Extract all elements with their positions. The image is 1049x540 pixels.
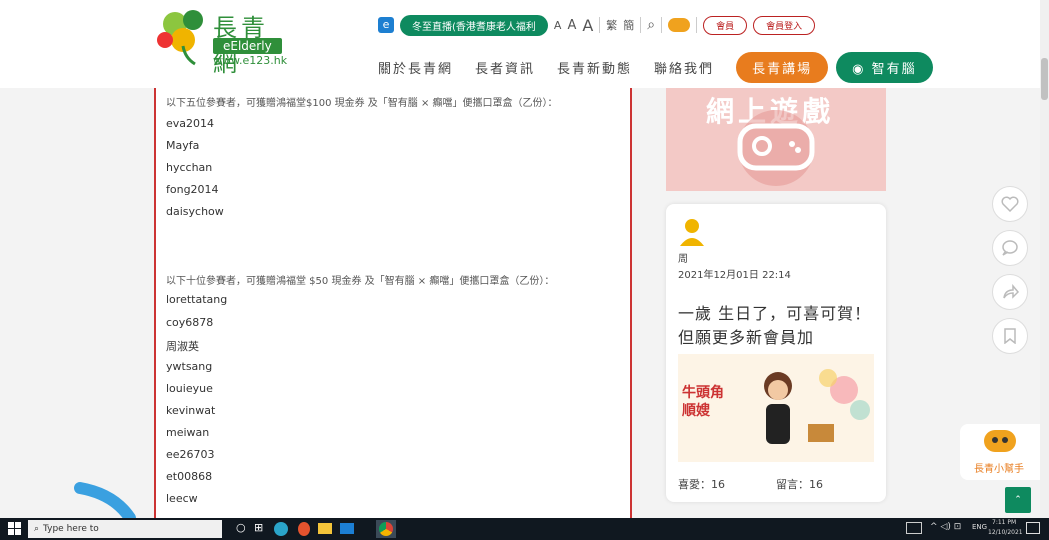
winner-name: daisychow bbox=[166, 205, 224, 218]
file-explorer-icon[interactable] bbox=[318, 523, 332, 534]
speech-bubble-icon bbox=[1002, 240, 1018, 256]
comments-count[interactable]: 留言：16 bbox=[776, 476, 823, 492]
logo-url: www.e123.hk bbox=[213, 54, 288, 67]
winner-name: ywtsang bbox=[166, 360, 213, 373]
winner-name: leecw bbox=[166, 492, 198, 505]
nav-forum-button[interactable]: 長青講場 bbox=[736, 52, 829, 83]
comment-button[interactable] bbox=[992, 230, 1028, 266]
mail-icon[interactable] bbox=[340, 523, 354, 534]
nav-contact[interactable]: 聯絡我們 bbox=[654, 58, 714, 77]
clock-date[interactable]: 12/10/2021 bbox=[988, 529, 1023, 536]
birthday-illustration-icon bbox=[764, 369, 870, 444]
input-language[interactable]: ENG bbox=[972, 523, 987, 531]
taskbar-search-placeholder: Type here to bbox=[43, 524, 99, 534]
chevron-up-icon: ⌃ bbox=[1014, 495, 1022, 505]
divider bbox=[696, 17, 698, 33]
winner-name: 周淑英 bbox=[166, 340, 199, 353]
divider bbox=[640, 17, 642, 33]
nav-news[interactable]: 長青新動態 bbox=[557, 58, 632, 77]
divider bbox=[599, 17, 601, 33]
nav-brain-label: 智有腦 bbox=[871, 62, 917, 77]
post-datetime: 2021年12月01日 22:14 bbox=[678, 270, 791, 281]
winner-name: lorettatang bbox=[166, 293, 228, 306]
likes-count[interactable]: 喜愛：16 bbox=[678, 476, 725, 492]
live-stream-pill[interactable]: 冬至直播(香港耆康老人福利 bbox=[400, 14, 548, 36]
winner-name: Mayfa bbox=[166, 139, 200, 152]
task-view-icon[interactable]: ⊞ bbox=[254, 521, 263, 534]
taskbar-search[interactable]: ⌕ Type here to bbox=[28, 520, 222, 538]
login-button[interactable]: 會員登入 bbox=[753, 15, 816, 35]
keyboard-icon[interactable] bbox=[906, 522, 922, 534]
bookmark-button[interactable] bbox=[992, 318, 1028, 354]
simplified-button[interactable]: 簡 bbox=[623, 17, 634, 33]
search-icon[interactable]: ⌕ bbox=[647, 17, 655, 33]
heart-icon bbox=[1001, 196, 1019, 212]
site-logo[interactable]: 長青網 eElderly www.e123.hk bbox=[155, 6, 295, 77]
post-image: 牛頭角順嫂 bbox=[678, 354, 874, 462]
font-large-button[interactable]: A bbox=[582, 16, 593, 35]
divider bbox=[661, 17, 663, 33]
member-post-card[interactable]: 周 2021年12月01日 22:14 一歲 生日了，可喜可賀！但願更多新會員加… bbox=[666, 204, 886, 502]
user-avatar-icon bbox=[680, 219, 704, 246]
clover-logo-icon bbox=[157, 10, 203, 66]
article-content: 以下五位參賽者，可獲贈鴻福堂$100 現金券 及「智有腦 × 癲噹」便攜口罩盒（… bbox=[154, 88, 632, 518]
winner-name: fong2014 bbox=[166, 183, 219, 196]
winners-intro-1: 以下五位參賽者，可獲贈鴻福堂$100 現金券 及「智有腦 × 癲噹」便攜口罩盒（… bbox=[166, 98, 558, 109]
share-icon bbox=[1003, 284, 1019, 299]
main-nav: 關於長青網 長者資訊 長青新動態 聯絡我們 長青講場 ◉ 智有腦 bbox=[378, 52, 933, 83]
winner-name: eva2014 bbox=[166, 117, 215, 130]
app-droplet-icon[interactable] bbox=[298, 522, 310, 536]
bookmark-icon bbox=[1004, 328, 1016, 344]
nav-brain-button[interactable]: ◉ 智有腦 bbox=[836, 52, 933, 83]
winner-name: hycchan bbox=[166, 161, 213, 174]
winners-intro-2: 以下十位參賽者，可獲贈鴻福堂 $50 現金券 及「智有腦 × 癲噹」便攜口罩盒（… bbox=[166, 276, 555, 287]
nav-about[interactable]: 關於長青網 bbox=[378, 58, 453, 77]
edge-icon[interactable] bbox=[274, 522, 288, 536]
chrome-icon[interactable] bbox=[376, 520, 396, 538]
site-header: 長青網 eElderly www.e123.hk e 冬至直播(香港耆康老人福利… bbox=[0, 0, 1040, 88]
blue-arrow-annotation-icon bbox=[74, 482, 136, 520]
topbar: e 冬至直播(香港耆康老人福利 A A A 繁 簡 ⌕ 會員 會員登入 bbox=[378, 12, 816, 38]
nav-info[interactable]: 長者資訊 bbox=[475, 58, 535, 77]
logo-badge: eElderly bbox=[213, 38, 282, 54]
cortana-icon[interactable]: ○ bbox=[236, 521, 246, 534]
e-app-icon[interactable]: e bbox=[378, 17, 394, 33]
winner-name: coy6878 bbox=[166, 316, 214, 329]
post-text: 一歲 生日了，可喜可賀！但願更多新會員加 bbox=[678, 304, 872, 347]
winner-name: et00868 bbox=[166, 470, 213, 483]
share-button[interactable] bbox=[992, 274, 1028, 310]
winner-name: kevinwat bbox=[166, 404, 216, 417]
windows-taskbar: ⌕ Type here to ○ ⊞ ^ ◁) ⊡ ENG 7:11 PM 12… bbox=[0, 518, 1049, 540]
online-games-banner[interactable]: 網上遊戲 bbox=[666, 88, 886, 191]
notification-icon[interactable] bbox=[1026, 522, 1040, 534]
back-to-top-button[interactable]: ⌃ bbox=[1005, 487, 1031, 513]
traditional-button[interactable]: 繁 bbox=[606, 17, 617, 33]
winner-name: ee26703 bbox=[166, 448, 215, 461]
search-icon: ⌕ bbox=[34, 524, 40, 534]
gamepad-icon bbox=[737, 110, 815, 186]
chrome-logo-icon bbox=[379, 522, 393, 536]
helper-bot-icon bbox=[984, 430, 1016, 452]
system-tray-icons[interactable]: ^ ◁) ⊡ bbox=[930, 522, 961, 532]
winner-name: meiwan bbox=[166, 426, 210, 439]
helper-label: 長青小幫手 bbox=[974, 464, 1024, 475]
post-author: 周 bbox=[678, 254, 688, 265]
font-medium-button[interactable]: A bbox=[567, 18, 576, 33]
helper-widget[interactable]: 長青小幫手 bbox=[960, 424, 1040, 480]
windows-start-icon[interactable] bbox=[8, 522, 22, 536]
clock-time[interactable]: 7:11 PM bbox=[992, 519, 1016, 526]
winner-name: louieyue bbox=[166, 382, 213, 395]
scrollbar-thumb[interactable] bbox=[1041, 58, 1048, 100]
member-button[interactable]: 會員 bbox=[703, 15, 748, 35]
font-small-button[interactable]: A bbox=[554, 19, 562, 32]
chat-bot-icon[interactable] bbox=[668, 18, 691, 32]
like-button[interactable] bbox=[992, 186, 1028, 222]
